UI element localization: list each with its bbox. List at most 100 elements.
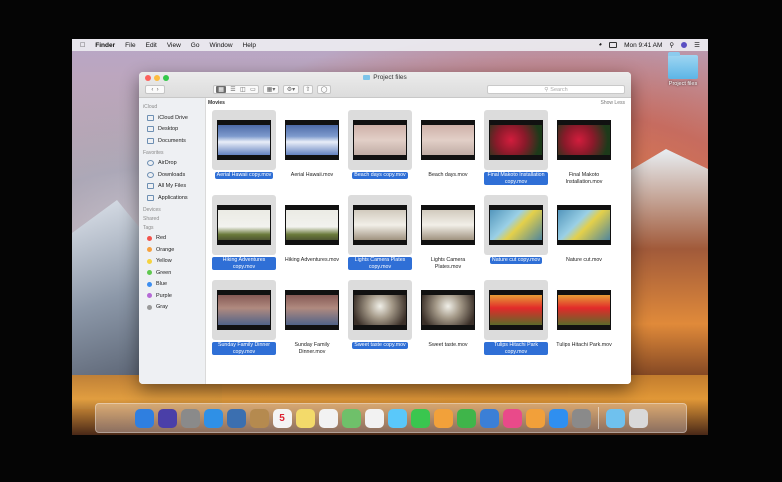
messages-icon[interactable] bbox=[387, 408, 407, 428]
desktop-folder-project-files[interactable]: Project files bbox=[664, 52, 702, 87]
apple-menu-icon[interactable]:  bbox=[80, 42, 85, 49]
pages-icon[interactable] bbox=[433, 408, 453, 428]
file-thumbnail-frame bbox=[484, 280, 548, 340]
app-store-icon[interactable] bbox=[548, 408, 568, 428]
itunes-icon[interactable] bbox=[502, 408, 522, 428]
icon-view-icon[interactable]: ▦ bbox=[216, 86, 226, 93]
back-forward-buttons[interactable]: ‹ › bbox=[145, 85, 165, 94]
trash-icon[interactable] bbox=[628, 408, 648, 428]
window-titlebar[interactable]: Project files ‹ › ▦ ☰ ◫ ▭ ▦▾ ⚙▾ ⇧ ◯ ⚲ Se… bbox=[139, 72, 631, 98]
video-thumbnail-icon bbox=[557, 205, 611, 245]
file-thumbnail-frame bbox=[348, 195, 412, 255]
file-item[interactable]: Tulips Hitachi Park copy.mov bbox=[482, 280, 550, 365]
file-item[interactable]: Aerial Hawaii copy.mov bbox=[210, 110, 278, 195]
search-field[interactable]: ⚲ Search bbox=[487, 85, 625, 94]
numbers-icon[interactable] bbox=[456, 408, 476, 428]
sidebar-item-label: Applications bbox=[158, 194, 188, 201]
menu-go[interactable]: Go bbox=[191, 42, 200, 49]
video-thumbnail-icon bbox=[217, 205, 271, 245]
sidebar-tag-green[interactable]: Green bbox=[139, 267, 205, 279]
file-item[interactable]: Hiking Adventures copy.mov bbox=[210, 195, 278, 280]
sidebar-item-desktop[interactable]: Desktop bbox=[139, 124, 205, 136]
file-item[interactable]: Sunday Family Dinner.mov bbox=[278, 280, 346, 365]
file-name: Aerial Hawaii copy.mov bbox=[214, 172, 274, 179]
sidebar-tag-gray[interactable]: Gray bbox=[139, 302, 205, 314]
siri-icon[interactable] bbox=[157, 408, 177, 428]
menu-window[interactable]: Window bbox=[209, 42, 232, 49]
sidebar-item-applications[interactable]: Applications bbox=[139, 192, 205, 204]
arrange-button[interactable]: ▦▾ bbox=[263, 85, 279, 94]
window-title-text: Project files bbox=[373, 74, 407, 81]
battery-icon[interactable] bbox=[609, 42, 618, 48]
file-item[interactable]: Lights Camera Plates copy.mov bbox=[346, 195, 414, 280]
menu-file[interactable]: File bbox=[125, 42, 135, 49]
sidebar-tag-orange[interactable]: Orange bbox=[139, 244, 205, 256]
sidebar-tag-purple[interactable]: Purple bbox=[139, 290, 205, 302]
back-icon[interactable]: ‹ bbox=[151, 87, 153, 93]
notebook-icon[interactable] bbox=[249, 408, 269, 428]
view-mode-control[interactable]: ▦ ☰ ◫ ▭ bbox=[213, 85, 259, 94]
sidebar-item-icloud-drive[interactable]: iCloud Drive bbox=[139, 112, 205, 124]
action-button[interactable]: ⚙▾ bbox=[283, 85, 299, 94]
sidebar-item-documents[interactable]: Documents bbox=[139, 135, 205, 147]
file-name: Lights Camera Plates.mov bbox=[430, 257, 466, 270]
file-item[interactable]: Hiking Adventures.mov bbox=[278, 195, 346, 280]
menu-app-name[interactable]: Finder bbox=[95, 42, 115, 49]
file-item[interactable]: Final Makoto Installation.mov bbox=[550, 110, 618, 195]
show-less-button[interactable]: Show Less bbox=[601, 100, 625, 106]
downloads-folder-icon[interactable] bbox=[605, 408, 625, 428]
ibooks-icon[interactable] bbox=[525, 408, 545, 428]
system-preferences-icon[interactable] bbox=[571, 408, 591, 428]
tags-button[interactable]: ◯ bbox=[317, 85, 331, 94]
menu-edit[interactable]: Edit bbox=[146, 42, 157, 49]
photos-icon[interactable] bbox=[364, 408, 384, 428]
notification-center-icon[interactable]: ☰ bbox=[694, 41, 700, 49]
sidebar-tag-blue[interactable]: Blue bbox=[139, 279, 205, 291]
video-thumbnail-icon bbox=[285, 120, 339, 160]
reminders-icon[interactable] bbox=[318, 408, 338, 428]
file-name: Nature cut.mov bbox=[566, 257, 602, 263]
file-item[interactable]: Aerial Hawaii.mov bbox=[278, 110, 346, 195]
file-item[interactable]: Sweet taste copy.mov bbox=[346, 280, 414, 365]
sidebar-item-airdrop[interactable]: AirDrop bbox=[139, 158, 205, 170]
menu-help[interactable]: Help bbox=[243, 42, 256, 49]
file-item[interactable]: Beach days.mov bbox=[414, 110, 482, 195]
menu-view[interactable]: View bbox=[167, 42, 181, 49]
maps-icon[interactable] bbox=[341, 408, 361, 428]
share-button[interactable]: ⇧ bbox=[303, 85, 313, 94]
sidebar-tag-yellow[interactable]: Yellow bbox=[139, 256, 205, 268]
calendar-icon[interactable]: 5 bbox=[272, 408, 292, 428]
notes-icon[interactable] bbox=[295, 408, 315, 428]
file-item[interactable]: Sweet taste.mov bbox=[414, 280, 482, 365]
file-thumbnail-frame bbox=[552, 110, 616, 170]
finder-icon[interactable] bbox=[134, 408, 154, 428]
file-item[interactable]: Final Makoto Installation copy.mov bbox=[482, 110, 550, 195]
spotlight-icon[interactable]: ⚲ bbox=[669, 41, 674, 49]
launchpad-icon[interactable] bbox=[180, 408, 200, 428]
file-item[interactable]: Sunday Family Dinner copy.mov bbox=[210, 280, 278, 365]
wifi-icon[interactable]: ◕ bbox=[598, 42, 602, 48]
tag-color-dot-icon bbox=[147, 235, 152, 241]
column-view-icon[interactable]: ◫ bbox=[240, 86, 246, 93]
list-view-icon[interactable]: ☰ bbox=[230, 86, 235, 93]
file-item[interactable]: Tulips Hitachi Park.mov bbox=[550, 280, 618, 365]
desktop-folder-label: Project files bbox=[668, 81, 698, 87]
file-item[interactable]: Nature cut copy.mov bbox=[482, 195, 550, 280]
facetime-icon[interactable] bbox=[410, 408, 430, 428]
forward-icon[interactable]: › bbox=[157, 87, 159, 93]
photo-browser-icon[interactable] bbox=[226, 408, 246, 428]
arrange-icon: ▦▾ bbox=[266, 87, 276, 93]
keynote-icon[interactable] bbox=[479, 408, 499, 428]
sidebar-tag-label: Red bbox=[156, 235, 167, 242]
clock[interactable]: Mon 9:41 AM bbox=[624, 42, 662, 49]
sidebar-item-downloads[interactable]: Downloads bbox=[139, 169, 205, 181]
file-item[interactable]: Lights Camera Plates.mov bbox=[414, 195, 482, 280]
siri-menu-icon[interactable] bbox=[681, 42, 688, 48]
sidebar-item-all-my-files[interactable]: All My Files bbox=[139, 181, 205, 193]
file-item[interactable]: Beach days copy.mov bbox=[346, 110, 414, 195]
file-item[interactable]: Nature cut.mov bbox=[550, 195, 618, 280]
file-thumbnail-frame bbox=[416, 110, 480, 170]
sidebar-tag-red[interactable]: Red bbox=[139, 233, 205, 245]
safari-icon[interactable] bbox=[203, 408, 223, 428]
gallery-view-icon[interactable]: ▭ bbox=[250, 86, 256, 93]
